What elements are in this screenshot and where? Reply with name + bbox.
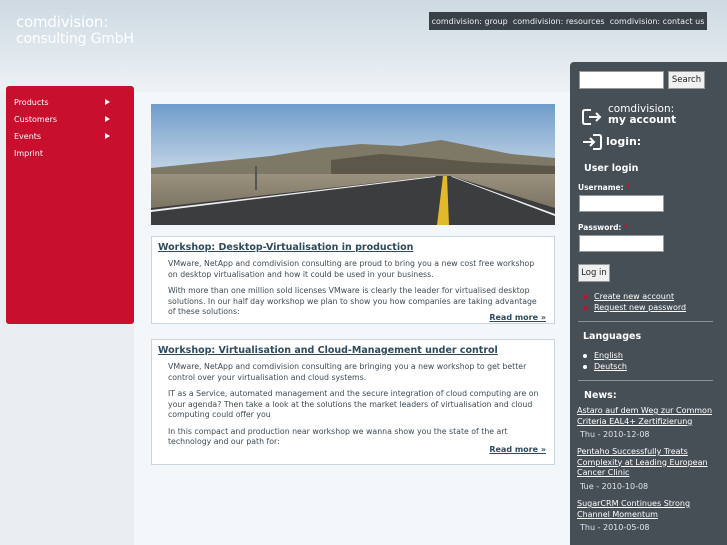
sidebar-item-label: Products (14, 98, 49, 107)
news-date: Thu - 2010-05-08 (580, 523, 650, 532)
article-paragraph: IT as a Service, automated management an… (168, 389, 539, 419)
divider (578, 321, 713, 322)
divider (578, 380, 713, 381)
article-paragraph: With more than one million sold licenses… (168, 286, 537, 316)
news-item: Pentaho Successfully Treats Complexity a… (577, 447, 717, 491)
sidebar-item-label: Events (14, 132, 42, 141)
list-item: English (583, 351, 627, 362)
exit-arrow-icon (582, 109, 602, 125)
my-account-heading[interactable]: comdivision: my account (608, 104, 676, 126)
username-field[interactable] (579, 195, 664, 212)
required-mark: * (624, 223, 628, 232)
list-item: Request new password (583, 303, 686, 314)
list-item: Create new account (583, 292, 686, 303)
news-date: Thu - 2010-12-08 (580, 430, 650, 439)
languages-heading: Languages (583, 331, 642, 342)
language-deutsch-link[interactable]: Deutsch (594, 362, 627, 371)
news-title-link[interactable]: SugarCRM Continues Strong Channel Moment… (577, 499, 717, 520)
sidebar-item-products[interactable]: Products (6, 94, 134, 111)
language-english-link[interactable]: English (594, 351, 623, 360)
password-field[interactable] (579, 235, 664, 252)
site-logo[interactable]: comdivision: consulting GmbH (16, 14, 134, 48)
sidebar-item-events[interactable]: Events (6, 128, 134, 145)
login-arrow-icon (583, 134, 602, 150)
chevron-right-icon (105, 116, 110, 122)
language-list: English Deutsch (583, 351, 627, 372)
sidebar-item-label: Imprint (14, 149, 43, 158)
top-navigation: comdivision: group comdivision: resource… (429, 12, 707, 30)
logo-line-2: consulting GmbH (16, 31, 134, 47)
request-password-link[interactable]: Request new password (594, 303, 686, 312)
password-label-text: Password: (578, 223, 622, 232)
account-line-2: my account (608, 114, 677, 126)
account-links: Create new account Request new password (583, 292, 686, 313)
logo-line-1: comdivision: (16, 13, 109, 31)
login-button[interactable]: Log in (578, 264, 610, 282)
sidebar-item-imprint[interactable]: Imprint (6, 145, 134, 162)
required-mark: * (626, 183, 631, 192)
password-label: Password: * (578, 223, 628, 232)
search-input[interactable] (579, 71, 664, 89)
article-card: Workshop: Desktop-Virtualisation in prod… (151, 236, 555, 324)
read-more-link[interactable]: Read more » (489, 445, 546, 454)
news-title-link[interactable]: Pentaho Successfully Treats Complexity a… (577, 447, 717, 479)
topnav-link-contact[interactable]: comdivision: contact us (610, 17, 705, 26)
read-more-link[interactable]: Read more » (489, 313, 546, 322)
username-label: Username: * (578, 183, 630, 192)
sidebar-menu: Products Customers Events Imprint (6, 86, 134, 324)
user-login-heading: User login (584, 163, 639, 174)
article-paragraph: In this compact and production near work… (168, 426, 508, 447)
article-title-link[interactable]: Workshop: Desktop-Virtualisation in prod… (152, 237, 554, 253)
search-button[interactable]: Search (668, 71, 705, 89)
username-label-text: Username: (578, 183, 624, 192)
hero-road-image (151, 104, 555, 225)
login-heading: login: (606, 135, 642, 148)
article-title-link[interactable]: Workshop: Virtualisation and Cloud-Manag… (152, 340, 554, 356)
chevron-right-icon (105, 99, 110, 105)
list-item: Deutsch (583, 362, 627, 373)
sidebar-item-label: Customers (14, 115, 58, 124)
news-title-link[interactable]: Astaro auf dem Weg zur Common Criteria E… (577, 406, 717, 427)
right-sidebar: Search comdivision: my account login: Us… (570, 62, 727, 545)
chevron-right-icon (105, 133, 110, 139)
news-item: SugarCRM Continues Strong Channel Moment… (577, 499, 717, 532)
article-paragraph: VMware, NetApp and comdivision consultin… (168, 259, 535, 279)
news-heading: News: (584, 390, 617, 401)
news-date: Tue - 2010-10-08 (580, 481, 649, 491)
article-paragraph: VMware, NetApp and comdivision consultin… (168, 362, 527, 382)
road-landscape-image (151, 104, 555, 225)
article-card: Workshop: Virtualisation and Cloud-Manag… (151, 339, 555, 465)
create-account-link[interactable]: Create new account (594, 292, 674, 301)
sidebar-item-customers[interactable]: Customers (6, 111, 134, 128)
news-item: Astaro auf dem Weg zur Common Criteria E… (577, 406, 717, 439)
topnav-link-resources[interactable]: comdivision: resources (513, 17, 605, 26)
topnav-link-group[interactable]: comdivision: group (432, 17, 508, 26)
